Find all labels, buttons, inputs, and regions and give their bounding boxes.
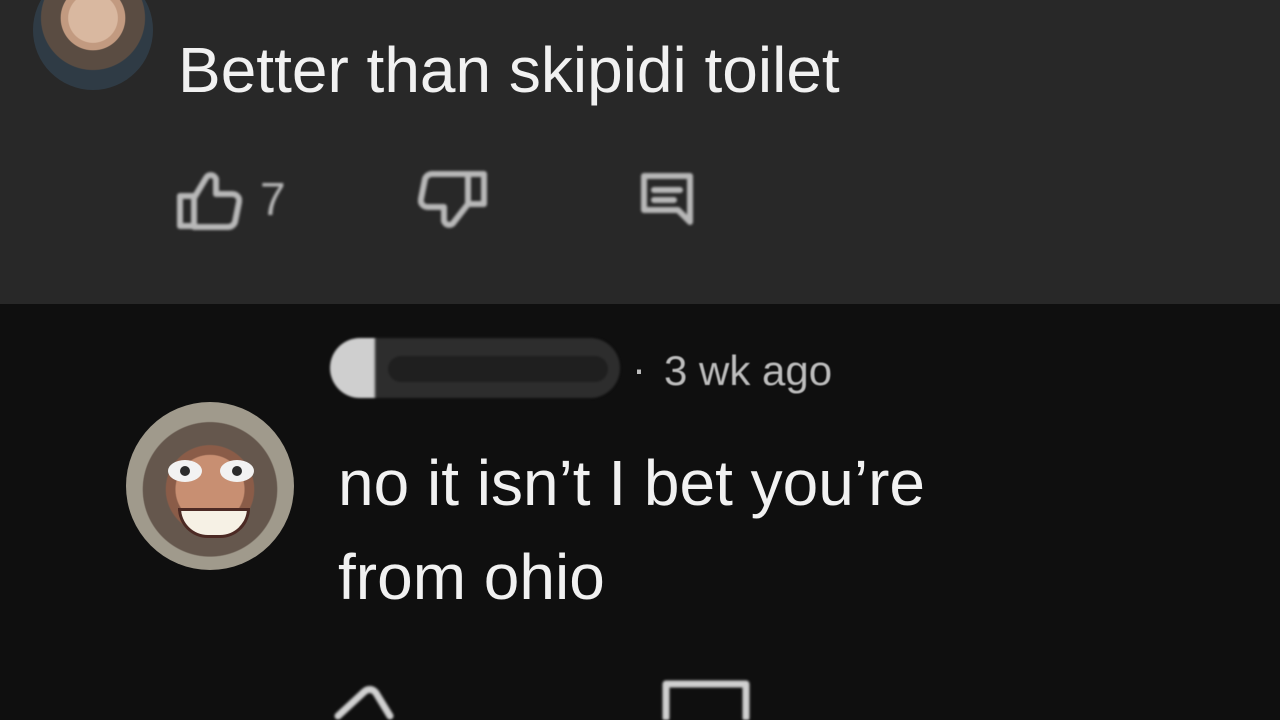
redacted-username: [330, 338, 620, 398]
avatar-pupil: [180, 466, 190, 476]
avatar-pupil: [232, 466, 242, 476]
comment-text: Better than skipidi toilet: [178, 34, 840, 106]
comment-time: 3 wk ago: [664, 347, 833, 394]
thumb-up-icon: [176, 168, 242, 230]
comment-meta: · 3 wk ago: [330, 338, 890, 398]
like-count: 7: [260, 173, 286, 225]
meta-separator: ·: [632, 345, 646, 392]
avatar[interactable]: [33, 0, 153, 90]
avatar[interactable]: [126, 402, 294, 570]
reply-icon: [640, 172, 694, 228]
comment-text: no it isn’t I bet you’re from ohio: [338, 447, 925, 613]
avatar-mouth: [178, 508, 250, 538]
avatar-eye: [220, 460, 254, 482]
thumb-down-icon: [418, 170, 488, 230]
avatar-eye: [168, 460, 202, 482]
like-button[interactable]: 7: [176, 168, 286, 230]
comment-card-top: Better than skipidi toilet 7: [0, 0, 1280, 304]
like-button[interactable]: [334, 676, 412, 720]
dislike-button[interactable]: [418, 170, 488, 230]
reply-icon: [662, 680, 750, 720]
reply-button[interactable]: [640, 172, 694, 228]
reply-button[interactable]: [662, 680, 750, 720]
thumb-up-icon: [334, 676, 412, 720]
